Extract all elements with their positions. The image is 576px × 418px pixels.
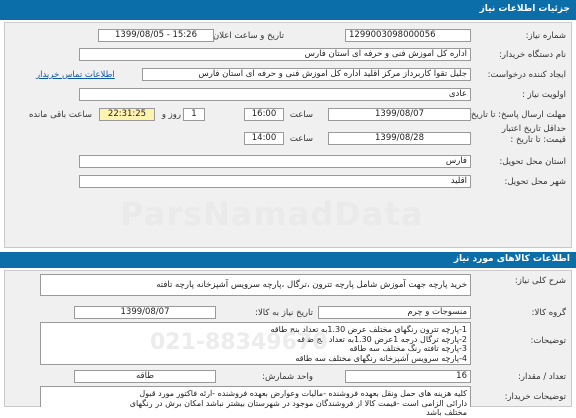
quantity-label: تعداد / مقدار: xyxy=(518,372,566,382)
priority-field: عادی xyxy=(79,88,471,101)
announce-date-field: 1399/08/05 - 15:26 xyxy=(98,29,214,42)
goods-group-field: منسوجات و چرم xyxy=(318,306,471,319)
page-title-bar: جزئیات اطلاعات نیاز xyxy=(0,0,576,20)
creator-field: جلیل تقوا کاربرداز مرکز اقلید اداره کل آ… xyxy=(142,68,471,81)
item-line: 2-پارچه ترگال درجه 1عرض 1.30به تعداد پنج… xyxy=(297,334,467,344)
unit-field: طاقه xyxy=(74,370,216,383)
deadline-label: مهلت ارسال پاسخ: تا تاریخ : xyxy=(465,110,566,120)
city-field: اقلید xyxy=(79,175,471,188)
summary-label: شرح کلی نیاز: xyxy=(514,276,566,286)
province-label: استان محل تحویل: xyxy=(499,157,566,167)
notes-line: کلیه هزینه های حمل ونقل بعهده فروشنده -م… xyxy=(139,389,467,398)
items-label: توضیحات: xyxy=(530,336,566,346)
need-date-label: تاریخ نیاز به کالا: xyxy=(255,308,313,318)
validity-time-field: 14:00 xyxy=(244,132,284,145)
city-label: شهر محل تحویل: xyxy=(504,177,566,187)
need-date-field: 1399/08/07 xyxy=(74,306,216,319)
item-line: 4-پارچه سرویس آشپزخانه رنگهای مختلف سه ط… xyxy=(295,353,467,363)
goods-section-header: اطلاعات کالاهای مورد نیاز xyxy=(0,252,576,268)
province-field: فارس xyxy=(79,155,471,168)
page-title: جزئیات اطلاعات نیاز xyxy=(479,4,570,14)
notes-line: مختلف باشد xyxy=(426,408,467,417)
deadline-time-field: 16:00 xyxy=(244,108,284,121)
buyer-field: اداره کل آموزش فنی و حرفه ای استان فارس xyxy=(79,48,471,61)
buyer-label: نام دستگاه خریدار: xyxy=(499,50,566,60)
creator-label: ایجاد کننده درخواست: xyxy=(487,70,566,80)
need-number-label: شماره نیاز: xyxy=(525,31,566,41)
remaining-days-field: 1 xyxy=(183,108,205,121)
validity-label: حداقل تاریخ اعتبار قیمت: تا تاریخ : xyxy=(501,124,566,145)
deadline-time-label: ساعت xyxy=(289,110,313,120)
summary-field: خرید پارچه جهت آموزش شامل پارچه تترون ،ت… xyxy=(40,274,471,296)
buyer-notes: کلیه هزینه های حمل ونقل بعهده فروشنده -م… xyxy=(40,386,471,417)
buyer-contact-link[interactable]: اطلاعات تماس خریدار xyxy=(36,70,115,80)
goods-section-title: اطلاعات کالاهای مورد نیاز xyxy=(453,254,570,264)
deadline-date-field: 1399/08/07 xyxy=(328,108,471,121)
priority-label: اولویت نیاز : xyxy=(521,90,566,100)
remaining-time-label: ساعت باقی مانده xyxy=(28,110,92,120)
validity-time-label: ساعت xyxy=(289,134,313,144)
items-description: 1-پارچه تترون رنگهای مختلف عرض 1.30به تع… xyxy=(40,322,471,365)
remaining-time-field: 22:31:25 xyxy=(99,108,155,121)
remaining-days-label: روز و xyxy=(161,110,181,120)
notes-label: توضیحات خریدار: xyxy=(504,392,566,402)
goods-group-label: گروه کالا: xyxy=(531,308,566,318)
item-line: 3-پارچه تافته رنگ مختلف سه طاقه xyxy=(349,344,467,353)
item-line: 1-پارچه تترون رنگهای مختلف عرض 1.30به تع… xyxy=(270,325,467,334)
unit-label: واحد شمارش: xyxy=(262,372,313,382)
need-number-field: 1299003098000056 xyxy=(345,29,471,42)
validity-date-field: 1399/08/28 xyxy=(328,132,471,145)
quantity-field: 16 xyxy=(345,370,471,383)
